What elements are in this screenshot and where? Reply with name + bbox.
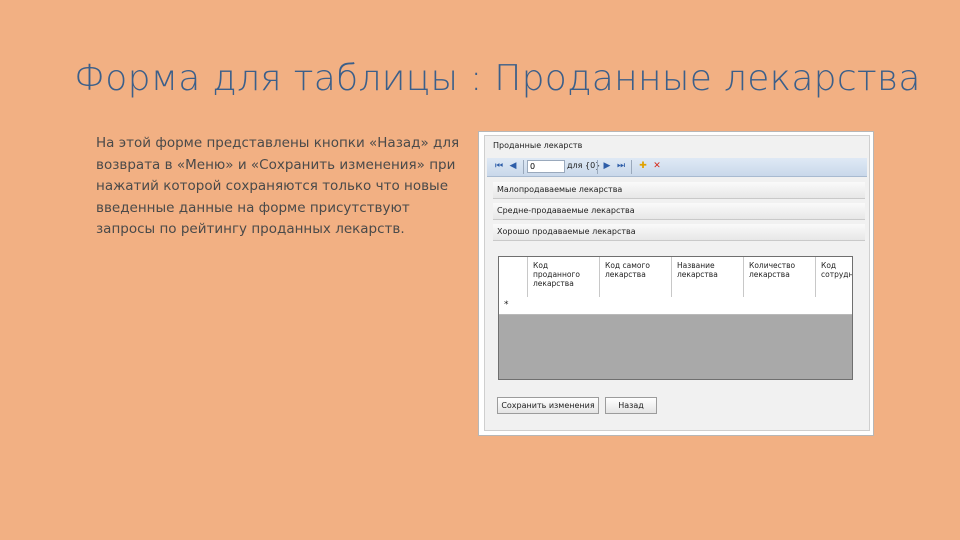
new-row-marker: * [504,300,509,310]
form-screenshot: Проданные лекарств ⏮ ◀ 0 для {0} ▶ ⏭ ✚ ✕… [478,131,874,436]
slide-title: Форма для таблицы : Проданные лекарства [74,58,921,99]
sold-medicines-grid[interactable]: Код проданного лекарства Код самого лека… [498,256,853,380]
move-next-icon[interactable]: ▶ [601,160,613,173]
column-header[interactable]: Код проданного лекарства [533,261,581,288]
move-previous-icon[interactable]: ◀ [507,160,519,173]
form-window: Проданные лекарств ⏮ ◀ 0 для {0} ▶ ⏭ ✚ ✕… [484,135,870,431]
column-header[interactable]: Код сотрудн [821,261,852,279]
delete-icon[interactable]: ✕ [651,160,663,173]
toolbar-separator [631,160,632,174]
move-last-icon[interactable]: ⏭ [615,160,627,173]
back-button[interactable]: Назад [605,397,657,414]
column-header[interactable]: Название лекарства [677,261,733,279]
query-medium-selling[interactable]: Средне-продаваемые лекарства [493,203,865,220]
move-first-icon[interactable]: ⏮ [493,160,505,173]
count-label: для {0} [567,161,601,170]
query-low-selling[interactable]: Малопродаваемые лекарства [493,182,865,199]
grid-header: Код проданного лекарства Код самого лека… [499,257,852,298]
column-header[interactable]: Количество лекарства [749,261,809,279]
form-title: Проданные лекарств [493,141,583,150]
column-header[interactable]: Код самого лекарства [605,261,661,279]
add-new-icon[interactable]: ✚ [637,160,649,173]
query-best-selling[interactable]: Хорошо продаваемые лекарства [493,224,865,241]
position-input[interactable]: 0 [527,160,565,173]
navigation-toolbar: ⏮ ◀ 0 для {0} ▶ ⏭ ✚ ✕ [487,158,867,177]
save-changes-button[interactable]: Сохранить изменения [497,397,599,414]
toolbar-separator [523,160,524,174]
toolbar-separator [597,160,598,174]
slide-body-text: На этой форме представлены кнопки «Назад… [96,135,460,237]
new-row[interactable]: * [499,297,852,315]
